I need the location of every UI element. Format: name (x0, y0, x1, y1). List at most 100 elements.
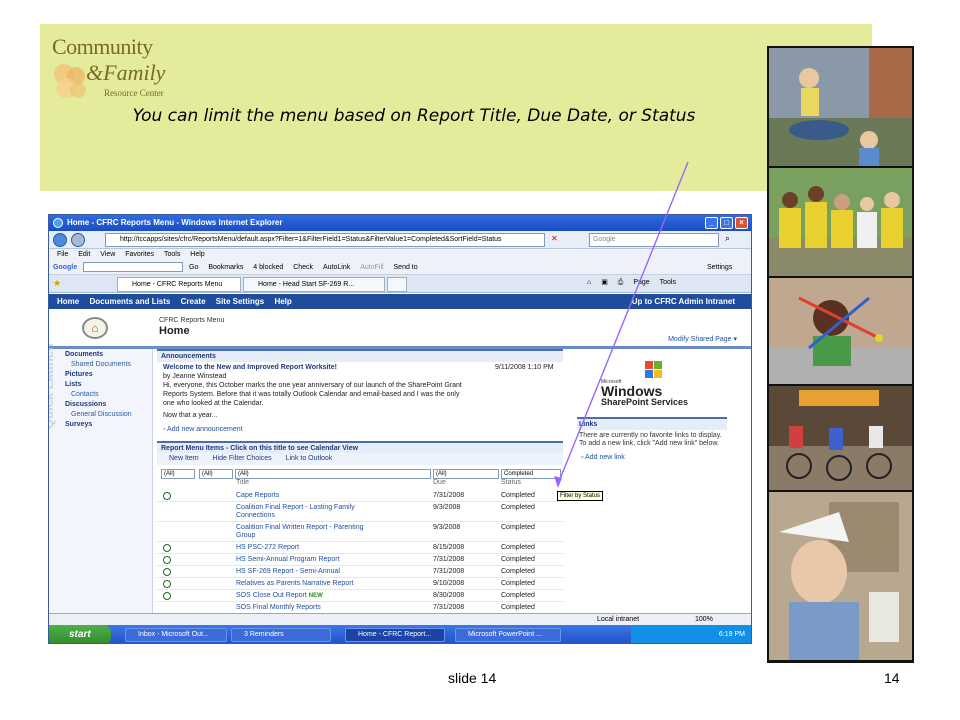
start-button[interactable]: start (49, 625, 111, 643)
row-title[interactable]: Coalition Final Report - Lasting Family (236, 504, 355, 511)
announcements-header[interactable]: Announcements (157, 351, 563, 362)
tools-menu[interactable]: Tools (660, 279, 676, 286)
search-input[interactable]: Google (589, 233, 719, 247)
nav-create[interactable]: Create (181, 297, 206, 306)
modify-shared-page-link[interactable]: Modify Shared Page ▾ (668, 335, 737, 343)
forward-button[interactable] (71, 233, 85, 247)
filter-select-1[interactable]: (All) (161, 469, 195, 479)
column-title[interactable]: Title (236, 479, 249, 486)
send-to-button[interactable]: Send to (394, 264, 418, 271)
row-title[interactable]: HS Semi-Annual Program Report (236, 556, 340, 563)
home-icon[interactable]: ⌂ (587, 279, 591, 286)
task-cfrc-report[interactable]: Home - CFRC Report... (345, 628, 445, 642)
print-icon[interactable]: ⎙ (618, 279, 624, 286)
feeds-icon[interactable]: ▣ (601, 279, 608, 286)
row-due: 8/15/2008 (433, 544, 465, 551)
link-to-outlook-button[interactable]: Link to Outlook (286, 455, 333, 462)
ql-documents[interactable]: Documents (65, 351, 103, 358)
tab-head-start[interactable]: Home - Head Start SF-269 R... (243, 277, 385, 292)
check-button[interactable]: Check (293, 264, 313, 271)
url-field[interactable]: http://tccapps/sites/cfrc/ReportsMenu/de… (105, 233, 545, 247)
autolink-button[interactable]: AutoLink (323, 264, 350, 271)
menu-help[interactable]: Help (190, 251, 204, 258)
ql-pictures[interactable]: Pictures (65, 371, 93, 378)
tab-cfrc-reports[interactable]: Home - CFRC Reports Menu (117, 277, 241, 292)
search-icon[interactable]: ⌕ (725, 233, 730, 244)
column-due[interactable]: Due (433, 479, 446, 486)
google-toolbar: Google Go Bookmarks 4 blocked Check Auto… (49, 261, 751, 275)
row-title-cont[interactable]: Connections (236, 512, 275, 519)
site-home-icon[interactable]: ⌂ (82, 317, 108, 339)
row-title[interactable]: SOS Close Out Report NEW (236, 592, 323, 599)
stop-icon[interactable]: ✕ (551, 234, 558, 243)
menu-tools[interactable]: Tools (164, 251, 180, 258)
add-link-label: Add new link (585, 454, 625, 461)
filter-select-status[interactable]: Completed (501, 469, 561, 479)
new-tab-button[interactable] (387, 277, 407, 292)
task-inbox[interactable]: Inbox - Microsoft Out... (125, 628, 227, 642)
close-button[interactable]: × (735, 217, 748, 229)
ql-lists[interactable]: Lists (65, 381, 81, 388)
row-title[interactable]: Coalition Final Written Report - Parenti… (236, 524, 363, 531)
row-status: Completed (501, 604, 535, 611)
table-row[interactable]: Cape Reports 7/31/2008 Completed (157, 491, 563, 502)
autofill-button[interactable]: AutoFill (360, 264, 383, 271)
ql-shared-documents[interactable]: Shared Documents (71, 361, 131, 368)
row-due: 7/31/2008 (433, 492, 465, 499)
hide-filter-button[interactable]: Hide Filter Choices (213, 455, 272, 462)
ql-surveys[interactable]: Surveys (65, 421, 92, 428)
photo-bikes (769, 386, 912, 490)
table-row[interactable]: HS Semi-Annual Program Report 7/31/2008 Co… (157, 555, 563, 566)
task-reminders[interactable]: 3 Reminders (231, 628, 331, 642)
new-item-button[interactable]: New Item (169, 455, 199, 462)
table-row[interactable]: HS PSC-272 Report 8/15/2008 Completed (157, 543, 563, 554)
maximize-button[interactable]: □ (720, 217, 733, 229)
photo-craft (769, 278, 912, 384)
favorites-star-icon[interactable]: ★ (53, 278, 61, 289)
header-band: Community &Family Resource Center You ca… (40, 24, 872, 191)
menu-favorites[interactable]: Favorites (125, 251, 154, 258)
row-title[interactable]: Relatives as Parents Narrative Report (236, 580, 354, 587)
back-button[interactable] (53, 233, 67, 247)
nav-site-settings[interactable]: Site Settings (216, 297, 264, 306)
bookmarks-button[interactable]: Bookmarks (208, 264, 243, 271)
row-title-cont[interactable]: Group (236, 532, 255, 539)
row-title[interactable]: Cape Reports (236, 492, 279, 499)
row-title[interactable]: SOS Final Monthly Reports (236, 604, 321, 611)
nav-help[interactable]: Help (274, 297, 291, 306)
row-due: 7/31/2008 (433, 568, 465, 575)
ql-contacts[interactable]: Contacts (71, 391, 99, 398)
clock[interactable]: 6:19 PM (719, 631, 745, 638)
google-go-button[interactable]: Go (189, 264, 198, 271)
task-powerpoint[interactable]: Microsoft PowerPoint ... (455, 628, 561, 642)
filter-select-due[interactable]: (All) (433, 469, 499, 479)
table-row[interactable]: Coalition Final Written Report - Parenti… (157, 523, 563, 542)
menu-edit[interactable]: Edit (78, 251, 90, 258)
window-titlebar: Home - CFRC Reports Menu - Windows Inter… (49, 215, 751, 231)
filter-select-title[interactable]: (All) (235, 469, 431, 479)
table-row[interactable]: HS SF-269 Report - Semi-Annual 7/31/2008 C… (157, 567, 563, 578)
links-header[interactable]: Links (577, 419, 727, 430)
page-menu[interactable]: Page (633, 279, 649, 286)
add-link-button[interactable]: ▫ Add new link (577, 454, 727, 461)
settings-button[interactable]: Settings (707, 261, 732, 275)
nav-up-to-intranet[interactable]: Up to CFRC Admin Intranet (632, 294, 735, 309)
table-row[interactable]: SOS Close Out Report NEW 8/30/2008 Complet… (157, 591, 563, 602)
filter-select-2[interactable]: (All) (199, 469, 233, 479)
menu-file[interactable]: File (57, 251, 68, 258)
ql-general-discussion[interactable]: General Discussion (71, 411, 132, 418)
minimize-button[interactable]: _ (705, 217, 718, 229)
nav-home[interactable]: Home (57, 297, 79, 306)
row-title[interactable]: HS SF-269 Report - Semi-Annual (236, 568, 340, 575)
popup-blocked-button[interactable]: 4 blocked (253, 264, 283, 271)
table-row[interactable]: Relatives as Parents Narrative Report 9/1… (157, 579, 563, 590)
menu-view[interactable]: View (100, 251, 115, 258)
column-status[interactable]: Status (501, 479, 521, 486)
google-search-input[interactable] (83, 262, 184, 273)
nav-documents-and-lists[interactable]: Documents and Lists (89, 297, 170, 306)
announcement-title[interactable]: Welcome to the New and Improved Report W… (163, 363, 337, 372)
add-announcement-link[interactable]: ▫ Add new announcement (163, 425, 243, 434)
table-row[interactable]: Coalition Final Report - Lasting Family C… (157, 503, 563, 522)
row-title[interactable]: HS PSC-272 Report (236, 544, 299, 551)
ql-discussions[interactable]: Discussions (65, 401, 106, 408)
